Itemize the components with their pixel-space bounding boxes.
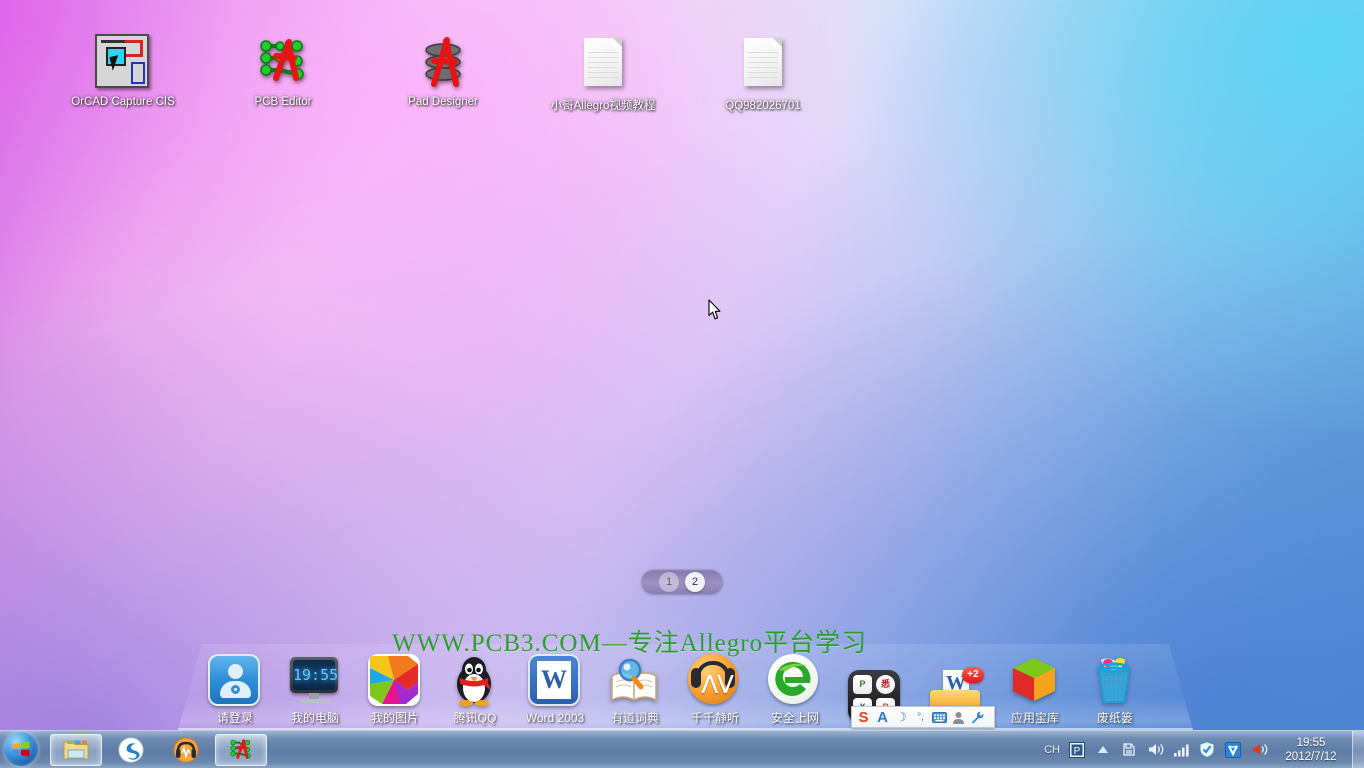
allegro-net-icon xyxy=(255,34,311,90)
word-letter: W xyxy=(537,661,571,699)
dock-item-label: 请登录 xyxy=(216,711,253,725)
clock-date: 2012/7/12 xyxy=(1285,750,1337,763)
dock-item-label: 我的电脑 xyxy=(290,711,339,725)
desktop-icon-pcb-editor[interactable]: PCB Editor xyxy=(223,34,343,110)
desktop-icon-label: 小哥Allegro视频教程 xyxy=(550,100,656,112)
soft-keyboard-icon[interactable] xyxy=(932,710,947,725)
dock-item-label: 腾讯QQ xyxy=(453,711,497,725)
desktop-icon-allegro-video-tutorial[interactable]: 小哥Allegro视频教程 xyxy=(543,34,663,114)
volume-icon[interactable] xyxy=(1145,740,1165,760)
show-desktop-button[interactable] xyxy=(1352,731,1364,768)
taskbar-pcb-editor[interactable] xyxy=(215,733,267,766)
desktop-icon-pad-designer[interactable]: Pad Designer xyxy=(383,34,503,110)
taskbar-explorer[interactable] xyxy=(50,733,102,766)
dock-item-label: 废纸篓 xyxy=(1096,711,1133,725)
dock-item-pictures[interactable]: 我的图片 xyxy=(355,654,435,726)
dock-item-safe-web[interactable]: 安全上网 xyxy=(755,654,835,726)
dock-item-ttplayer[interactable]: ⋀⋁ 千千静听 xyxy=(675,654,755,726)
recycle-bin-icon xyxy=(1088,654,1142,708)
dock-item-label: Word 2003 xyxy=(525,711,585,725)
moon-mode-icon[interactable]: ☽ xyxy=(894,710,909,725)
dock-item-label: 千千静听 xyxy=(690,711,739,725)
desktop-icon-label: QQ982026701 xyxy=(725,100,801,112)
text-document-icon xyxy=(735,38,791,94)
desktop-icon-label: OrCAD Capture CIS xyxy=(71,96,175,108)
monitor-clock-value: 19:55 xyxy=(293,660,338,690)
dock-item-label: 有道词典 xyxy=(610,711,659,725)
desktop-icon-grid: OrCAD Capture CIS PCB Editor Pad Designe… xyxy=(0,34,1364,194)
dock-item-label: 安全上网 xyxy=(770,711,819,725)
sound-alert-icon[interactable] xyxy=(1249,740,1269,760)
pinwheel-photos-icon xyxy=(368,654,422,708)
dock-item-label: 我的图片 xyxy=(370,711,419,725)
start-button[interactable] xyxy=(4,731,44,768)
headphones-player-icon xyxy=(173,737,199,762)
qq-penguin-icon xyxy=(448,654,502,708)
monitor-clock-icon: 19:55 xyxy=(288,654,342,708)
taskbar-clock[interactable]: 19:55 2012/7/12 xyxy=(1274,736,1348,764)
pad-stack-icon xyxy=(415,34,471,90)
user-account-icon[interactable] xyxy=(951,710,966,725)
svg-text:P: P xyxy=(1074,746,1081,757)
input-mode-a-icon[interactable]: A xyxy=(875,710,890,725)
desktop-dock: 请登录 19:55 我的电脑 我的图片 腾讯QQ W Word 2003 有道词… xyxy=(0,638,1364,730)
headphones-player-icon: ⋀⋁ xyxy=(688,654,742,708)
desktop-icon-qq-file[interactable]: QQ982026701 xyxy=(703,34,823,114)
system-tray: CH P 19:55 2012/7/12 xyxy=(1044,731,1364,768)
user-login-icon xyxy=(208,654,262,708)
tencent-manager-icon[interactable] xyxy=(1223,740,1243,760)
dock-item-recycle[interactable]: 废纸篓 xyxy=(1075,654,1155,726)
dock-item-word[interactable]: W Word 2003 xyxy=(515,654,595,726)
windows-orb-icon xyxy=(4,731,38,766)
ime-settings-icon[interactable] xyxy=(970,710,985,725)
tray-language-indicator[interactable]: CH xyxy=(1044,744,1060,756)
clock-time: 19:55 xyxy=(1296,736,1326,749)
ime-indicator-icon[interactable]: P xyxy=(1067,740,1087,760)
taskbar-sogou-browser[interactable] xyxy=(105,734,157,766)
taskbar-ttplayer[interactable] xyxy=(160,734,212,766)
drawer-badge: +2 xyxy=(962,667,984,683)
security-shield-icon[interactable] xyxy=(1197,740,1217,760)
word-w-icon: W xyxy=(528,654,582,708)
sogou-ime-toolbar[interactable]: S A ☽ °, xyxy=(851,706,995,728)
allegro-net-icon xyxy=(230,738,251,759)
green-e-browser-icon xyxy=(768,654,822,708)
desktop-icon-label: PCB Editor xyxy=(254,96,312,108)
sogou-s-icon xyxy=(118,737,144,762)
orcad-chip-icon xyxy=(95,34,151,90)
removable-media-icon[interactable] xyxy=(1119,740,1139,760)
taskbar-button-list xyxy=(50,733,267,766)
page-dot-2[interactable]: 2 xyxy=(685,571,705,592)
dock-item-youdao[interactable]: 有道词典 xyxy=(595,654,675,726)
dock-item-app-store[interactable]: 应用宝库 xyxy=(995,654,1075,726)
text-document-icon xyxy=(575,38,631,94)
network-signal-icon[interactable] xyxy=(1171,740,1191,760)
folder-explorer-icon xyxy=(63,740,89,759)
mini-icon-powerpoint: P xyxy=(853,675,872,694)
windows-taskbar: CH P 19:55 2012/7/12 xyxy=(0,730,1364,768)
desktop-page-indicator[interactable]: 1 2 xyxy=(641,569,723,594)
dock-item-login[interactable]: 请登录 xyxy=(195,654,275,726)
dock-item-label: 应用宝库 xyxy=(1010,711,1059,725)
mini-icon-stamp: 悉 xyxy=(876,675,895,694)
dock-item-list: 请登录 19:55 我的电脑 我的图片 腾讯QQ W Word 2003 有道词… xyxy=(195,642,1180,726)
dictionary-magnifier-icon xyxy=(608,654,662,708)
sogou-logo-icon[interactable]: S xyxy=(856,710,871,725)
punctuation-icon[interactable]: °, xyxy=(913,710,928,725)
desktop-icon-label: Pad Designer xyxy=(408,96,478,108)
desktop-icon-orcad-capture-cis[interactable]: OrCAD Capture CIS xyxy=(63,34,183,110)
show-hidden-icons-icon[interactable] xyxy=(1093,740,1113,760)
dock-item-qq[interactable]: 腾讯QQ xyxy=(435,654,515,726)
cube-appstore-icon xyxy=(1008,654,1062,708)
dock-item-computer[interactable]: 19:55 我的电脑 xyxy=(275,654,355,726)
page-dot-1[interactable]: 1 xyxy=(659,571,679,592)
